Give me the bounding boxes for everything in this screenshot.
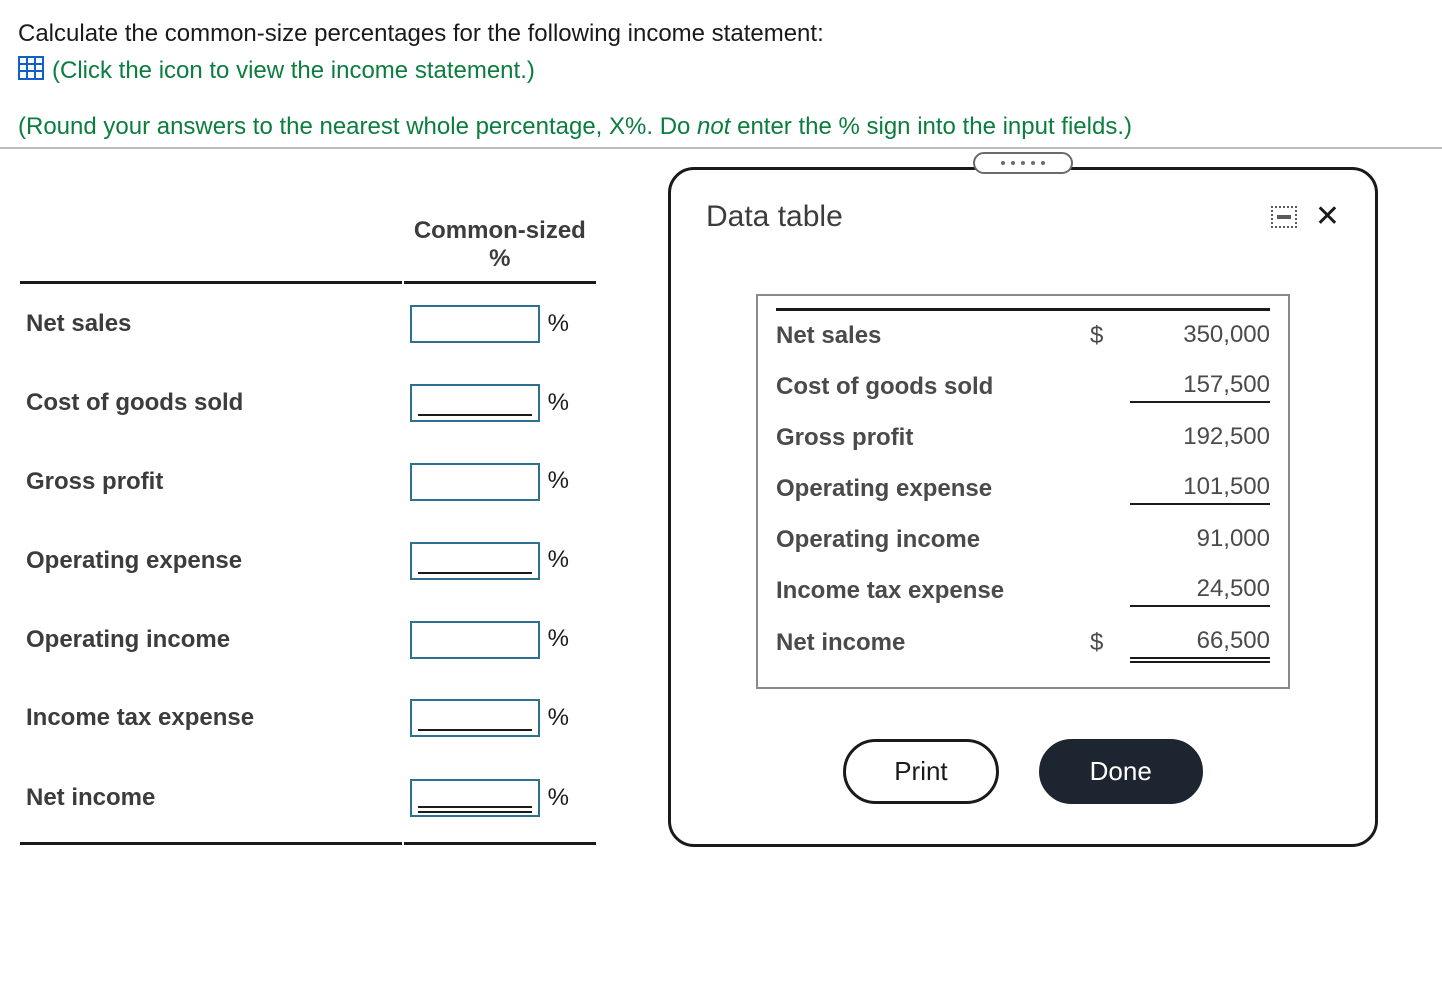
- data-value-operating-expense: 101,500: [1130, 473, 1270, 505]
- data-value-gross-profit: 192,500: [1130, 423, 1270, 453]
- data-label-operating-expense: Operating expense: [776, 475, 1090, 503]
- percent-sign: %: [548, 625, 569, 652]
- row-label-gross-profit: Gross profit: [20, 444, 402, 521]
- minimize-icon[interactable]: [1271, 206, 1297, 228]
- cogs-input[interactable]: [410, 384, 540, 422]
- operating-expense-input[interactable]: [410, 542, 540, 580]
- net-sales-input[interactable]: [410, 305, 540, 343]
- instruction-em: not: [697, 113, 730, 140]
- gross-profit-input[interactable]: [410, 463, 540, 501]
- common-size-header: Common-sized %: [404, 211, 596, 284]
- row-label-operating-income: Operating income: [20, 601, 402, 678]
- instruction-text: (Round your answers to the nearest whole…: [18, 113, 1424, 141]
- percent-sign: %: [548, 389, 569, 416]
- table-icon[interactable]: [18, 56, 44, 85]
- answer-table: Common-sized % Net sales % Cost of goods…: [18, 209, 598, 847]
- instruction-post: enter the % sign into the input fields.): [730, 113, 1132, 140]
- percent-sign: %: [548, 546, 569, 573]
- currency-symbol: $: [1090, 322, 1130, 350]
- data-value-income-tax: 24,500: [1130, 575, 1270, 607]
- percent-sign: %: [548, 467, 569, 494]
- income-tax-input[interactable]: [410, 699, 540, 737]
- hint-text: (Click the icon to view the income state…: [52, 57, 535, 85]
- data-label-gross-profit: Gross profit: [776, 424, 1090, 452]
- row-label-cogs: Cost of goods sold: [20, 365, 402, 442]
- row-label-income-tax: Income tax expense: [20, 680, 402, 757]
- row-label-net-sales: Net sales: [20, 286, 402, 363]
- popup-title: Data table: [706, 200, 843, 234]
- row-label-net-income: Net income: [20, 759, 402, 845]
- income-statement-box: Net sales $ 350,000 Cost of goods sold 1…: [756, 294, 1290, 689]
- section-divider: [0, 147, 1442, 149]
- data-label-net-sales: Net sales: [776, 322, 1090, 350]
- question-text: Calculate the common-size percentages fo…: [18, 20, 1424, 48]
- data-label-operating-income: Operating income: [776, 526, 1090, 554]
- percent-sign: %: [548, 704, 569, 731]
- data-value-cogs: 157,500: [1130, 371, 1270, 403]
- print-button[interactable]: Print: [843, 739, 998, 804]
- data-value-operating-income: 91,000: [1130, 525, 1270, 555]
- data-label-income-tax: Income tax expense: [776, 577, 1090, 605]
- data-label-net-income: Net income: [776, 629, 1090, 657]
- currency-symbol: $: [1090, 629, 1130, 657]
- data-label-cogs: Cost of goods sold: [776, 373, 1090, 401]
- percent-sign: %: [548, 784, 569, 811]
- row-label-operating-expense: Operating expense: [20, 522, 402, 599]
- operating-income-input[interactable]: [410, 621, 540, 659]
- hint-line: (Click the icon to view the income state…: [18, 56, 1424, 85]
- data-value-net-sales: 350,000: [1130, 321, 1270, 351]
- done-button[interactable]: Done: [1039, 739, 1203, 804]
- drag-handle-icon[interactable]: [973, 152, 1073, 174]
- close-icon[interactable]: ✕: [1315, 202, 1340, 232]
- instruction-pre: (Round your answers to the nearest whole…: [18, 113, 697, 140]
- data-value-net-income: 66,500: [1130, 627, 1270, 659]
- percent-sign: %: [548, 310, 569, 337]
- data-table-popup: Data table ✕ Net sales $ 350,000 Cost of…: [668, 167, 1378, 847]
